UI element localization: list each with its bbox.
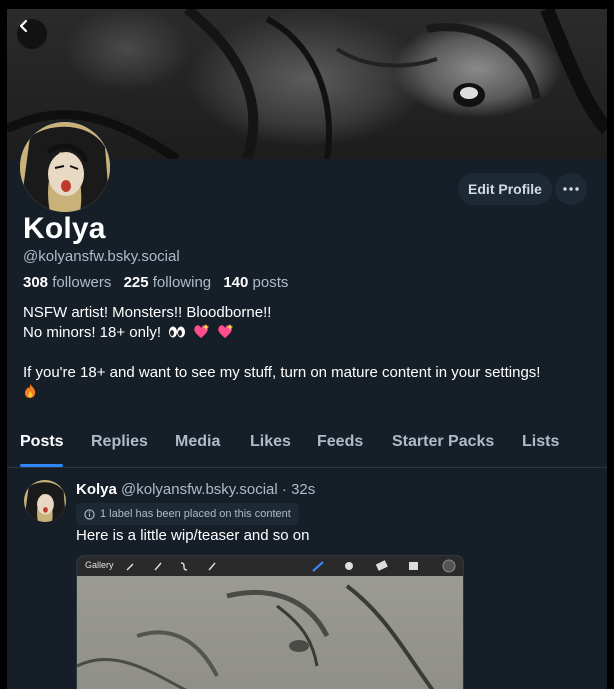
profile-bio: NSFW artist! Monsters!! Bloodborne!! No … — [23, 303, 593, 405]
media-artwork — [77, 576, 463, 689]
following-count: 225 — [123, 274, 149, 291]
tab-media[interactable]: Media — [175, 433, 220, 451]
posts-label: posts — [252, 274, 289, 291]
bio-line: If you're 18+ and want to see my stuff, … — [23, 364, 541, 381]
followers-stat[interactable]: 308 followers — [23, 274, 111, 291]
ellipsis-icon — [563, 187, 579, 191]
artwork-sketch — [77, 584, 435, 689]
content-label-notice[interactable]: 1 label has been placed on this content — [76, 503, 299, 525]
following-label: following — [152, 274, 212, 291]
bio-line: No minors! 18+ only! — [23, 323, 593, 343]
more-options-button[interactable] — [555, 173, 587, 205]
posts-stat: 140 posts — [223, 274, 288, 291]
tab-starter-packs[interactable]: Starter Packs — [392, 433, 494, 451]
posts-count: 140 — [223, 274, 249, 291]
fire-emoji — [25, 384, 36, 398]
post-separator: · — [281, 481, 287, 498]
tab-feeds[interactable]: Feeds — [317, 433, 363, 451]
media-app-toolbar: Gallery — [77, 556, 463, 576]
chevron-left-icon — [19, 19, 28, 33]
avatar-image — [20, 122, 110, 212]
label-notice-text: 1 label has been placed on this content — [100, 508, 291, 520]
profile-handle: @kolyansfw.bsky.social — [23, 248, 180, 265]
post-time[interactable]: 32s — [291, 481, 315, 498]
post-author-handle[interactable]: @kolyansfw.bsky.social — [121, 481, 278, 498]
post-author-name[interactable]: Kolya — [76, 481, 117, 498]
tab-lists[interactable]: Lists — [522, 433, 559, 451]
post-header: Kolya @kolyansfw.bsky.social · 32s — [76, 481, 315, 498]
followers-label: followers — [52, 274, 112, 291]
post-text: Here is a little wip/teaser and so on — [76, 527, 310, 544]
profile-tabs: Posts Replies Media Likes Feeds Starter … — [7, 427, 607, 468]
profile-stats: 308 followers 225 following 140 posts — [23, 274, 296, 291]
tab-replies[interactable]: Replies — [91, 433, 148, 451]
bio-blank-line — [23, 343, 593, 363]
profile-avatar[interactable] — [18, 120, 112, 214]
sparkling-heart-emoji — [194, 324, 210, 338]
media-toolbar-icons — [126, 559, 456, 573]
followers-count: 308 — [23, 274, 49, 291]
active-tab-indicator — [20, 464, 63, 467]
sparkling-heart-emoji — [217, 324, 233, 338]
eyes-emoji — [169, 326, 186, 338]
bio-line: NSFW artist! Monsters!! Bloodborne!! — [23, 304, 272, 321]
tab-likes[interactable]: Likes — [250, 433, 291, 451]
edit-profile-button[interactable]: Edit Profile — [458, 173, 552, 205]
post-media-image[interactable]: Gallery — [76, 555, 464, 689]
bio-line-text: No minors! 18+ only! — [23, 324, 161, 341]
info-circle-icon — [84, 508, 95, 520]
following-stat[interactable]: 225 following — [124, 274, 212, 291]
display-name: Kolya — [23, 212, 106, 245]
post-avatar-image — [24, 480, 66, 522]
profile-page: Edit Profile Kolya @kolyansfw.bsky.socia… — [7, 9, 607, 689]
back-button[interactable] — [17, 19, 47, 49]
bio-line — [23, 383, 593, 405]
post-author-avatar[interactable] — [24, 480, 66, 522]
tab-posts[interactable]: Posts — [20, 433, 64, 451]
